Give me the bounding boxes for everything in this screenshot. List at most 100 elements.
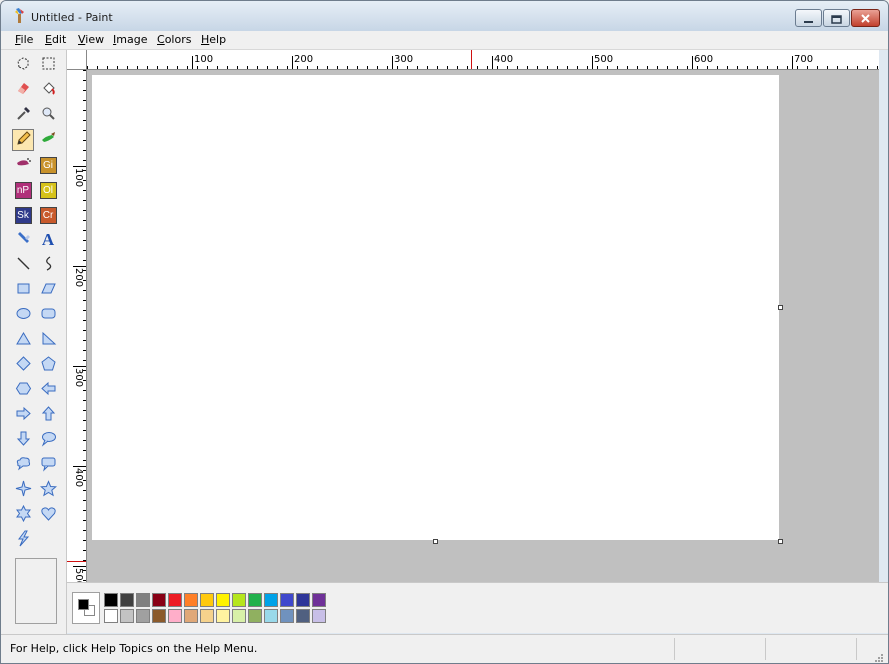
color-swatch[interactable] (216, 593, 230, 607)
menu-view[interactable]: View (78, 33, 104, 46)
tool-button[interactable] (12, 154, 34, 176)
color-swatch[interactable] (296, 593, 310, 607)
color-swatch[interactable] (264, 593, 278, 607)
color-swatch[interactable] (184, 609, 198, 623)
cloud-callout-icon (15, 455, 32, 476)
tool-button[interactable] (37, 279, 59, 301)
menu-file[interactable]: File (15, 33, 33, 46)
color-swatch[interactable] (136, 609, 150, 623)
color-swatch[interactable] (312, 593, 326, 607)
menu-help[interactable]: Help (201, 33, 226, 46)
ruler-major-tick (692, 56, 693, 69)
color-swatch[interactable] (200, 593, 214, 607)
tool-button[interactable] (37, 379, 59, 401)
tool-button[interactable]: A (37, 229, 59, 251)
tool-button[interactable] (12, 129, 34, 151)
heart-icon (40, 505, 57, 526)
drawing-canvas[interactable] (92, 75, 779, 540)
tool-button[interactable] (12, 254, 34, 276)
tool-button[interactable] (37, 354, 59, 376)
color-swatch[interactable] (248, 609, 262, 623)
color-swatch[interactable] (136, 593, 150, 607)
tool-button[interactable] (12, 279, 34, 301)
color-swatch[interactable] (296, 609, 310, 623)
title-bar[interactable]: Untitled - Paint (1, 1, 888, 31)
tool-button[interactable] (12, 504, 34, 526)
tool-button[interactable] (12, 454, 34, 476)
color-swatch[interactable] (152, 609, 166, 623)
tool-button[interactable] (12, 529, 34, 551)
tool-options-panel[interactable] (15, 558, 57, 624)
ruler-major-tick (292, 56, 293, 69)
menu-edit[interactable]: Edit (45, 33, 66, 46)
toolbox: Gi nP Ol Sk Cr A (1, 50, 67, 634)
color-swatch[interactable] (184, 593, 198, 607)
tool-button[interactable] (12, 104, 34, 126)
color-swatch[interactable] (280, 593, 294, 607)
resize-grip-icon[interactable] (873, 649, 885, 663)
ruler-corner (67, 50, 87, 70)
tool-button[interactable] (37, 429, 59, 451)
menu-colors[interactable]: Colors (157, 33, 191, 46)
color-swatch[interactable] (168, 593, 182, 607)
color-swatch[interactable] (152, 593, 166, 607)
tool-button[interactable]: Sk (12, 204, 34, 226)
status-separator (856, 638, 857, 660)
horizontal-ruler: 100 200 300 400 500 600 700 (87, 50, 879, 70)
tool-button[interactable] (12, 379, 34, 401)
color-swatch[interactable] (200, 609, 214, 623)
tool-button[interactable] (37, 129, 59, 151)
color-swatch[interactable] (104, 593, 118, 607)
color-swatch[interactable] (120, 609, 134, 623)
current-colors[interactable] (72, 592, 100, 624)
tool-button[interactable] (12, 304, 34, 326)
resize-handle-bottom[interactable] (433, 539, 438, 544)
tool-button[interactable]: Gi (37, 154, 59, 176)
color-swatch[interactable] (312, 609, 326, 623)
color-swatch[interactable] (168, 609, 182, 623)
tool-button[interactable] (37, 79, 59, 101)
tool-button[interactable] (37, 304, 59, 326)
tool-button[interactable] (12, 404, 34, 426)
ellipse-icon (15, 305, 32, 326)
left-arrow-icon (40, 380, 57, 401)
color-swatch[interactable] (120, 593, 134, 607)
tool-button[interactable] (12, 479, 34, 501)
tool-button[interactable] (12, 354, 34, 376)
tool-button[interactable] (12, 329, 34, 351)
tool-button[interactable] (12, 79, 34, 101)
tool-button[interactable] (12, 229, 34, 251)
tool-button[interactable] (37, 54, 59, 76)
tool-button[interactable] (12, 429, 34, 451)
maximize-button[interactable] (823, 9, 850, 27)
tool-button[interactable] (37, 404, 59, 426)
minimize-button[interactable] (795, 9, 822, 27)
menu-image[interactable]: Image (113, 33, 147, 46)
ruler-major-tick (73, 466, 86, 467)
color-swatch[interactable] (248, 593, 262, 607)
tool-button[interactable] (37, 329, 59, 351)
resize-handle-corner[interactable] (778, 539, 783, 544)
tool-button[interactable] (37, 254, 59, 276)
tool-button[interactable] (12, 54, 34, 76)
tool-button[interactable]: nP (12, 179, 34, 201)
ruler-major-tick (392, 56, 393, 69)
resize-handle-right[interactable] (778, 305, 783, 310)
close-button[interactable] (851, 9, 880, 27)
tool-button[interactable] (37, 479, 59, 501)
tool-button[interactable]: Ol (37, 179, 59, 201)
curve-icon (40, 255, 57, 276)
color-swatch[interactable] (280, 609, 294, 623)
color-swatch[interactable] (216, 609, 230, 623)
color-swatch[interactable] (232, 609, 246, 623)
tool-button[interactable] (37, 104, 59, 126)
color-swatch[interactable] (232, 593, 246, 607)
color-swatch[interactable] (264, 609, 278, 623)
rounded-rectangle-icon (40, 305, 57, 326)
foreground-color[interactable] (78, 599, 89, 610)
color-swatch[interactable] (104, 609, 118, 623)
ruler-major-tick (492, 56, 493, 69)
tool-button[interactable] (37, 504, 59, 526)
tool-button[interactable] (37, 454, 59, 476)
tool-button[interactable]: Cr (37, 204, 59, 226)
